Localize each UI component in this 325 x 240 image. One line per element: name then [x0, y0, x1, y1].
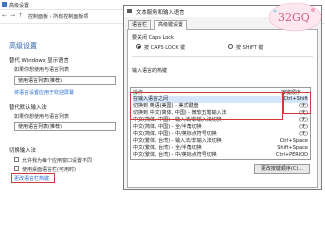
dropdown-value: 使用语言列表(推荐) — [18, 124, 62, 130]
hotkey-action: 中文(简体, 中国) - 中/英标点符号切换 — [133, 131, 217, 137]
window-icon — [2, 2, 7, 7]
back-icon[interactable]: ← — [2, 13, 8, 19]
hotkey-action: 中文(繁体, 台湾) - 中/英标点符号切换 — [133, 152, 217, 158]
override-input-heading: 替代默认输入法 — [9, 105, 47, 111]
change-key-sequence-button[interactable]: 更改按键顺序(C)... — [254, 164, 310, 174]
site-logo: 32GQ — [268, 2, 322, 32]
hotkey-row[interactable]: 中文(繁体, 台湾) - 输入法/非输入法切换 Ctrl+Space — [133, 138, 308, 145]
hotkey-key: (无) — [299, 117, 308, 123]
dialog-title: 文本服务和输入语言 — [136, 10, 185, 16]
hotkey-key: Ctrl+PERIOD — [276, 152, 308, 158]
desktop-language-bar-checkbox[interactable] — [14, 166, 19, 171]
switch-input-heading: 切换输入法 — [9, 148, 36, 154]
hotkey-action: 中文(繁体, 台湾) - 全/半角切换 — [133, 145, 202, 151]
per-app-input-checkbox[interactable] — [14, 157, 19, 162]
dialog-icon — [127, 9, 132, 13]
shift-option-label: 按 SHIFT 键 — [236, 45, 264, 51]
shift-radio[interactable] — [228, 44, 233, 49]
svg-text:32GQ: 32GQ — [278, 11, 310, 24]
hotkey-row[interactable]: 中文(简体, 中国) - 全/半角切换 (无) — [133, 124, 308, 131]
hotkey-key: Ctrl+Space — [279, 138, 308, 144]
override-display-desc: 如果你想使用与语言列表 — [14, 67, 70, 73]
forward-icon[interactable]: → — [10, 13, 16, 19]
per-app-input-label: 允许我为每个应用窗口设置不同 — [22, 158, 93, 164]
up-icon[interactable]: ↑ — [18, 13, 24, 19]
override-input-desc: 如果你想使用与语言列表 — [14, 114, 70, 120]
capslock-option-label: 按 CAPS LOCK 键 — [144, 45, 186, 51]
key-column-highlight — [283, 92, 311, 114]
hotkeys-heading: 输入语言的热键 — [132, 68, 168, 74]
capslock-radio[interactable] — [136, 44, 141, 49]
window-title: 高级设置 — [9, 3, 30, 9]
input-method-dropdown[interactable]: 使用语言列表(推荐) — [14, 122, 116, 131]
hotkey-row[interactable]: 中文(繁体, 台湾) - 中/英标点符号切换 Ctrl+PERIOD — [133, 152, 308, 159]
hotkey-action: 中文(简体, 中国) - 全/半角切换 — [133, 124, 202, 130]
dropdown-value: 使用语言列表(推荐) — [18, 78, 62, 84]
tab-advanced-key-settings[interactable]: 高级键设置 — [154, 20, 188, 30]
hotkey-key: (无) — [299, 124, 308, 130]
apply-welcome-screen-link[interactable]: 将语言设置应用于欢迎屏幕 — [14, 89, 74, 96]
hotkey-section-highlight — [130, 92, 283, 120]
capslock-heading: 要关闭 Caps Lock — [132, 35, 174, 41]
override-display-heading: 替代 Windows 显示语言 — [9, 58, 69, 64]
divider — [132, 56, 313, 57]
change-language-bar-hotkeys-link[interactable]: 更改语言栏热键 — [14, 175, 49, 182]
breadcrumb[interactable]: 控制面板 › 所有控制面板项 — [28, 13, 88, 20]
text-services-dialog: 文本服务和输入语言 ✕ 语言栏 高级键设置 要关闭 Caps Lock 按 CA… — [123, 5, 322, 190]
hotkey-row[interactable]: 中文(简体, 中国) - 中/英标点符号切换 (无) — [133, 131, 308, 138]
display-language-dropdown[interactable]: 使用语言列表(推荐) — [14, 76, 116, 85]
desktop-language-bar-label: 使用桌面语言栏(可用时) — [22, 167, 76, 173]
page-title: 高级设置 — [9, 42, 37, 50]
hotkey-key: Shift+Space — [277, 145, 308, 151]
breadcrumb-item[interactable]: 所有控制面板项 — [53, 14, 88, 20]
breadcrumb-item[interactable]: 控制面板 — [28, 14, 48, 20]
hotkey-key: (无) — [299, 131, 308, 137]
hotkey-action: 中文(繁体, 台湾) - 输入法/非输入法切换 — [133, 138, 222, 144]
hotkey-row[interactable]: 中文(繁体, 台湾) - 全/半角切换 Shift+Space — [133, 145, 308, 152]
logo-graphic: 32GQ — [268, 2, 322, 32]
